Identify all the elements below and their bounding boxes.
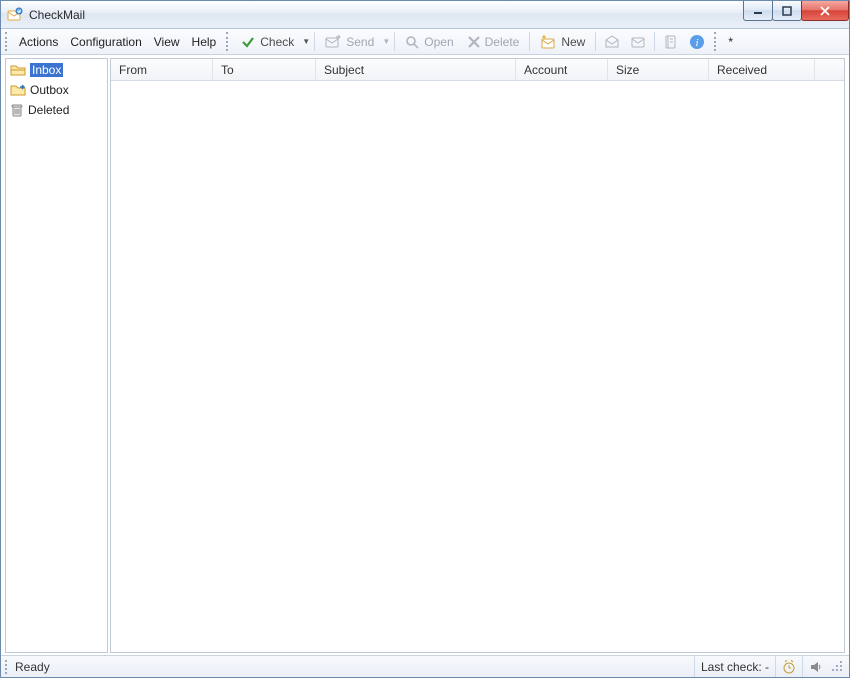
send-label: Send: [346, 35, 374, 49]
column-from[interactable]: From: [111, 59, 213, 80]
separator: [314, 32, 315, 51]
resize-grip[interactable]: [831, 660, 845, 674]
status-last-check: Last check: -: [694, 656, 775, 677]
inbox-icon: [10, 63, 26, 77]
mark-read-button[interactable]: [599, 29, 625, 54]
last-check-label: Last check: -: [701, 660, 769, 674]
toolbar-grip-1[interactable]: [5, 32, 11, 51]
address-book-button[interactable]: [658, 29, 684, 54]
check-label: Check: [260, 35, 294, 49]
envelope-open-icon: [604, 35, 620, 49]
folder-deleted[interactable]: Deleted: [6, 100, 107, 120]
new-label: New: [561, 35, 585, 49]
info-icon: i: [689, 34, 705, 50]
message-list-body[interactable]: [111, 81, 844, 652]
statusbar-grip[interactable]: [5, 660, 11, 674]
open-button[interactable]: Open: [398, 29, 460, 54]
new-icon: [540, 35, 556, 49]
column-account[interactable]: Account: [516, 59, 608, 80]
folder-inbox[interactable]: Inbox: [6, 60, 107, 80]
menu-actions[interactable]: Actions: [13, 29, 64, 54]
toolbar-grip-2[interactable]: [226, 32, 232, 51]
clock-icon: [782, 660, 796, 674]
close-icon: [819, 6, 831, 16]
open-label: Open: [424, 35, 453, 49]
status-text: Ready: [15, 660, 50, 674]
envelope-icon: [630, 35, 646, 49]
column-subject[interactable]: Subject: [316, 59, 516, 80]
window-controls: [744, 1, 849, 21]
outbox-icon: [10, 83, 26, 97]
new-button[interactable]: New: [533, 29, 592, 54]
app-window: CheckMail Actions Configuration View Hel…: [0, 0, 850, 678]
client-area: Inbox Outbox Deleted From To Subject Acc…: [1, 55, 849, 655]
menu-toolbar: Actions Configuration View Help Check ▼ …: [1, 29, 849, 55]
window-title: CheckMail: [29, 8, 744, 22]
folder-label: Inbox: [30, 63, 63, 77]
info-button[interactable]: i: [684, 29, 710, 54]
menu-configuration[interactable]: Configuration: [64, 29, 147, 54]
separator: [595, 32, 596, 51]
send-icon: [325, 35, 341, 49]
separator: [654, 32, 655, 51]
column-size[interactable]: Size: [608, 59, 709, 80]
separator: [529, 32, 530, 51]
column-received[interactable]: Received: [709, 59, 815, 80]
maximize-button[interactable]: [772, 1, 802, 21]
check-icon: [241, 35, 255, 49]
send-button[interactable]: Send: [318, 29, 381, 54]
check-dropdown[interactable]: ▼: [301, 29, 311, 54]
folder-outbox[interactable]: Outbox: [6, 80, 107, 100]
minimize-icon: [753, 6, 763, 16]
toolbar-grip-3[interactable]: [714, 32, 720, 51]
separator: [394, 32, 395, 51]
deleted-icon: [10, 103, 24, 117]
delete-icon: [468, 36, 480, 48]
column-to[interactable]: To: [213, 59, 316, 80]
close-button[interactable]: [801, 1, 849, 21]
open-icon: [405, 35, 419, 49]
folder-label: Deleted: [28, 103, 69, 117]
status-clock-button[interactable]: [775, 656, 802, 677]
extra-menu[interactable]: *: [722, 29, 739, 54]
menu-help[interactable]: Help: [186, 29, 223, 54]
mark-unread-button[interactable]: [625, 29, 651, 54]
delete-button[interactable]: Delete: [461, 29, 527, 54]
column-extra[interactable]: [815, 59, 844, 80]
column-headers: From To Subject Account Size Received: [111, 59, 844, 81]
check-button[interactable]: Check: [234, 29, 301, 54]
send-dropdown[interactable]: ▼: [381, 29, 391, 54]
status-bar: Ready Last check: -: [1, 655, 849, 677]
minimize-button[interactable]: [743, 1, 773, 21]
status-sound-button[interactable]: [802, 656, 829, 677]
message-list: From To Subject Account Size Received: [110, 58, 845, 653]
app-icon: [7, 7, 23, 23]
folder-label: Outbox: [30, 83, 69, 97]
menu-view[interactable]: View: [148, 29, 186, 54]
book-icon: [664, 35, 678, 49]
speaker-icon: [809, 660, 823, 674]
svg-text:i: i: [696, 37, 699, 49]
folder-tree[interactable]: Inbox Outbox Deleted: [5, 58, 108, 653]
delete-label: Delete: [485, 35, 520, 49]
maximize-icon: [782, 6, 792, 16]
title-bar[interactable]: CheckMail: [1, 1, 849, 29]
